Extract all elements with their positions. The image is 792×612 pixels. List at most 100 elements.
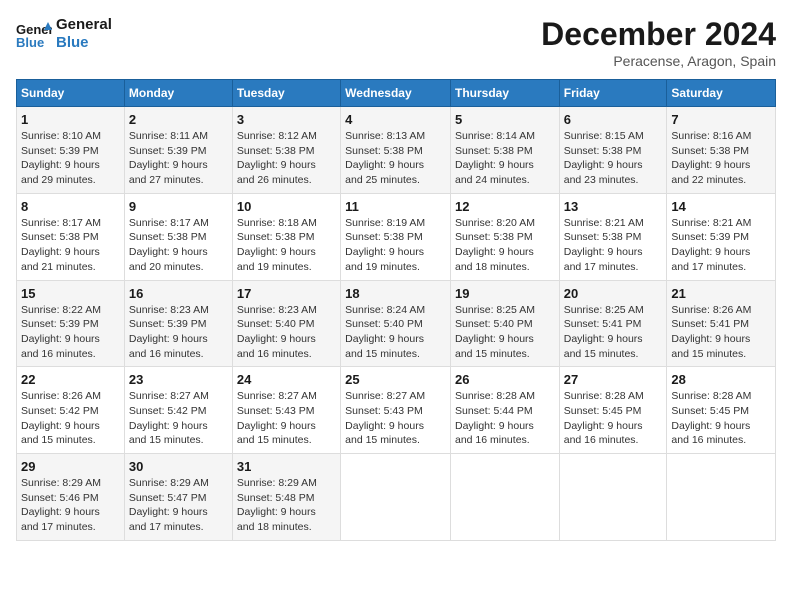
day-number: 9 [129, 199, 228, 214]
day-cell: 20Sunrise: 8:25 AMSunset: 5:41 PMDayligh… [559, 280, 667, 367]
day-info: Sunrise: 8:29 AMSunset: 5:46 PMDaylight:… [21, 476, 120, 535]
day-cell: 26Sunrise: 8:28 AMSunset: 5:44 PMDayligh… [450, 367, 559, 454]
day-number: 19 [455, 286, 555, 301]
day-cell: 1 Sunrise: 8:10 AMSunset: 5:39 PMDaylight… [17, 107, 125, 194]
day-cell: 31 Sunrise: 8:29 AMSunset: 5:48 PMDayligh… [232, 454, 340, 541]
day-number: 10 [237, 199, 336, 214]
day-cell: 2 Sunrise: 8:11 AMSunset: 5:39 PMDaylight… [124, 107, 232, 194]
day-number: 30 [129, 459, 228, 474]
day-info: Sunrise: 8:24 AMSunset: 5:40 PMDaylight:… [345, 303, 446, 362]
day-number: 5 [455, 112, 555, 127]
day-info: Sunrise: 8:18 AMSunset: 5:38 PMDaylight:… [237, 216, 336, 275]
day-cell [559, 454, 667, 541]
day-cell: 24 Sunrise: 8:27 AMSunset: 5:43 PMDayligh… [232, 367, 340, 454]
header-cell-saturday: Saturday [667, 80, 776, 107]
day-cell: 6 Sunrise: 8:15 AMSunset: 5:38 PMDaylight… [559, 107, 667, 194]
week-row-3: 15 Sunrise: 8:22 AMSunset: 5:39 PMDayligh… [17, 280, 776, 367]
day-info: Sunrise: 8:10 AMSunset: 5:39 PMDaylight:… [21, 129, 120, 188]
header-cell-monday: Monday [124, 80, 232, 107]
day-info: Sunrise: 8:29 AMSunset: 5:47 PMDaylight:… [129, 476, 228, 535]
day-cell: 21Sunrise: 8:26 AMSunset: 5:41 PMDayligh… [667, 280, 776, 367]
day-info: Sunrise: 8:29 AMSunset: 5:48 PMDaylight:… [237, 476, 336, 535]
header-cell-friday: Friday [559, 80, 667, 107]
title-block: December 2024 Peracense, Aragon, Spain [541, 16, 776, 69]
day-info: Sunrise: 8:17 AMSunset: 5:38 PMDaylight:… [21, 216, 120, 275]
header-row: SundayMondayTuesdayWednesdayThursdayFrid… [17, 80, 776, 107]
day-number: 15 [21, 286, 120, 301]
day-info: Sunrise: 8:21 AMSunset: 5:39 PMDaylight:… [671, 216, 771, 275]
day-number: 12 [455, 199, 555, 214]
day-cell: 12Sunrise: 8:20 AMSunset: 5:38 PMDayligh… [450, 193, 559, 280]
day-number: 23 [129, 372, 228, 387]
week-row-4: 22 Sunrise: 8:26 AMSunset: 5:42 PMDayligh… [17, 367, 776, 454]
header-cell-sunday: Sunday [17, 80, 125, 107]
day-cell: 9Sunrise: 8:17 AMSunset: 5:38 PMDaylight… [124, 193, 232, 280]
day-cell: 8 Sunrise: 8:17 AMSunset: 5:38 PMDaylight… [17, 193, 125, 280]
day-number: 31 [237, 459, 336, 474]
day-number: 11 [345, 199, 446, 214]
day-number: 22 [21, 372, 120, 387]
day-cell [341, 454, 451, 541]
day-number: 29 [21, 459, 120, 474]
day-number: 16 [129, 286, 228, 301]
day-info: Sunrise: 8:25 AMSunset: 5:41 PMDaylight:… [564, 303, 663, 362]
day-cell: 22 Sunrise: 8:26 AMSunset: 5:42 PMDayligh… [17, 367, 125, 454]
day-cell: 25Sunrise: 8:27 AMSunset: 5:43 PMDayligh… [341, 367, 451, 454]
day-info: Sunrise: 8:21 AMSunset: 5:38 PMDaylight:… [564, 216, 663, 275]
week-row-5: 29 Sunrise: 8:29 AMSunset: 5:46 PMDayligh… [17, 454, 776, 541]
day-cell: 3Sunrise: 8:12 AMSunset: 5:38 PMDaylight… [232, 107, 340, 194]
day-info: Sunrise: 8:26 AMSunset: 5:42 PMDaylight:… [21, 389, 120, 448]
day-cell: 5 Sunrise: 8:14 AMSunset: 5:38 PMDaylight… [450, 107, 559, 194]
day-number: 24 [237, 372, 336, 387]
calendar-header: SundayMondayTuesdayWednesdayThursdayFrid… [17, 80, 776, 107]
day-cell: 4 Sunrise: 8:13 AMSunset: 5:38 PMDaylight… [341, 107, 451, 194]
day-info: Sunrise: 8:22 AMSunset: 5:39 PMDaylight:… [21, 303, 120, 362]
day-cell: 18 Sunrise: 8:24 AMSunset: 5:40 PMDayligh… [341, 280, 451, 367]
day-cell: 7Sunrise: 8:16 AMSunset: 5:38 PMDaylight… [667, 107, 776, 194]
day-cell: 28Sunrise: 8:28 AMSunset: 5:45 PMDayligh… [667, 367, 776, 454]
day-cell: 17 Sunrise: 8:23 AMSunset: 5:40 PMDayligh… [232, 280, 340, 367]
day-number: 18 [345, 286, 446, 301]
calendar-table: SundayMondayTuesdayWednesdayThursdayFrid… [16, 79, 776, 541]
day-cell: 19 Sunrise: 8:25 AMSunset: 5:40 PMDayligh… [450, 280, 559, 367]
day-cell: 14 Sunrise: 8:21 AMSunset: 5:39 PMDayligh… [667, 193, 776, 280]
day-cell: 27Sunrise: 8:28 AMSunset: 5:45 PMDayligh… [559, 367, 667, 454]
day-info: Sunrise: 8:25 AMSunset: 5:40 PMDaylight:… [455, 303, 555, 362]
day-cell: 30 Sunrise: 8:29 AMSunset: 5:47 PMDayligh… [124, 454, 232, 541]
day-info: Sunrise: 8:19 AMSunset: 5:38 PMDaylight:… [345, 216, 446, 275]
day-number: 13 [564, 199, 663, 214]
week-row-2: 8 Sunrise: 8:17 AMSunset: 5:38 PMDaylight… [17, 193, 776, 280]
day-number: 1 [21, 112, 120, 127]
page-header: General Blue General Blue December 2024 … [16, 16, 776, 69]
day-info: Sunrise: 8:13 AMSunset: 5:38 PMDaylight:… [345, 129, 446, 188]
day-cell: 16 Sunrise: 8:23 AMSunset: 5:39 PMDayligh… [124, 280, 232, 367]
day-cell: 23Sunrise: 8:27 AMSunset: 5:42 PMDayligh… [124, 367, 232, 454]
day-info: Sunrise: 8:27 AMSunset: 5:43 PMDaylight:… [237, 389, 336, 448]
day-cell [667, 454, 776, 541]
day-number: 14 [671, 199, 771, 214]
day-cell [450, 454, 559, 541]
day-cell: 15 Sunrise: 8:22 AMSunset: 5:39 PMDayligh… [17, 280, 125, 367]
day-number: 8 [21, 199, 120, 214]
day-info: Sunrise: 8:14 AMSunset: 5:38 PMDaylight:… [455, 129, 555, 188]
day-info: Sunrise: 8:23 AMSunset: 5:40 PMDaylight:… [237, 303, 336, 362]
day-info: Sunrise: 8:28 AMSunset: 5:45 PMDaylight:… [671, 389, 771, 448]
day-info: Sunrise: 8:15 AMSunset: 5:38 PMDaylight:… [564, 129, 663, 188]
day-info: Sunrise: 8:23 AMSunset: 5:39 PMDaylight:… [129, 303, 228, 362]
header-cell-tuesday: Tuesday [232, 80, 340, 107]
calendar-body: 1 Sunrise: 8:10 AMSunset: 5:39 PMDaylight… [17, 107, 776, 541]
calendar-title: December 2024 [541, 16, 776, 53]
day-info: Sunrise: 8:27 AMSunset: 5:43 PMDaylight:… [345, 389, 446, 448]
day-cell: 29 Sunrise: 8:29 AMSunset: 5:46 PMDayligh… [17, 454, 125, 541]
day-info: Sunrise: 8:12 AMSunset: 5:38 PMDaylight:… [237, 129, 336, 188]
day-info: Sunrise: 8:26 AMSunset: 5:41 PMDaylight:… [671, 303, 771, 362]
day-number: 17 [237, 286, 336, 301]
day-number: 4 [345, 112, 446, 127]
logo-icon: General Blue [16, 20, 52, 48]
week-row-1: 1 Sunrise: 8:10 AMSunset: 5:39 PMDaylight… [17, 107, 776, 194]
day-info: Sunrise: 8:11 AMSunset: 5:39 PMDaylight:… [129, 129, 228, 188]
day-info: Sunrise: 8:16 AMSunset: 5:38 PMDaylight:… [671, 129, 771, 188]
header-cell-wednesday: Wednesday [341, 80, 451, 107]
day-number: 6 [564, 112, 663, 127]
day-number: 2 [129, 112, 228, 127]
